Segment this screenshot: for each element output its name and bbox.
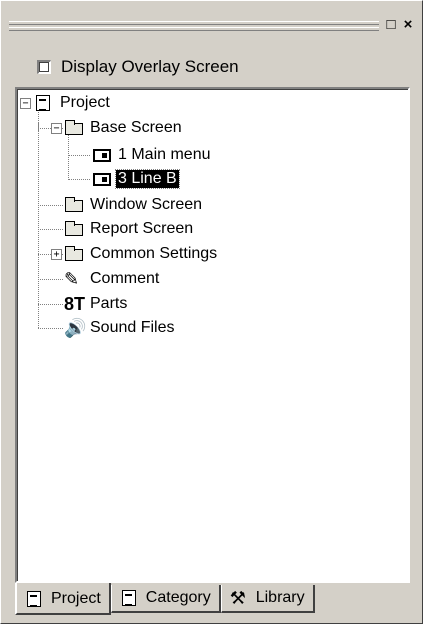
tab-label: Library	[255, 589, 305, 606]
folder-icon	[64, 196, 84, 214]
overlay-checkbox-row[interactable]: Display Overlay Screen	[37, 56, 239, 78]
tree-item-parts[interactable]: 8T Parts	[64, 293, 129, 315]
screen-icon	[92, 170, 112, 188]
tools-icon: ⚒	[229, 588, 246, 608]
tree-line	[38, 279, 63, 280]
tree-line	[38, 123, 39, 328]
panel-tabs: Project Category ⚒ Library	[15, 583, 315, 617]
pen-icon: ✎	[64, 269, 80, 289]
tree-item-base-screen[interactable]: Base Screen	[64, 117, 184, 139]
tree-item-report-screen[interactable]: Report Screen	[64, 218, 195, 240]
tree-line	[38, 229, 63, 230]
project-tree[interactable]: − Project − Base Screen 1 Main menu 3 Li…	[15, 87, 410, 583]
close-button[interactable]: ×	[400, 17, 416, 33]
tab-category[interactable]: Category	[110, 585, 221, 613]
tab-label: Project	[51, 590, 101, 607]
speaker-icon: 🔊	[64, 318, 87, 338]
restore-button[interactable]: □	[383, 17, 399, 33]
tree-item-label: 1 Main menu	[118, 146, 211, 163]
collapse-base-screen-toggle[interactable]: −	[51, 123, 62, 134]
tree-item-sound-files[interactable]: 🔊 Sound Files	[64, 317, 177, 339]
tree-line	[38, 328, 63, 329]
tree-item-main-menu[interactable]: 1 Main menu	[92, 144, 213, 166]
tree-item-label: Window Screen	[90, 196, 203, 213]
tree-item-label: Project	[60, 94, 110, 111]
tree-item-label: Base Screen	[90, 119, 182, 136]
restore-icon: □	[386, 16, 396, 33]
project-icon	[25, 590, 45, 608]
expand-common-settings-toggle[interactable]: +	[51, 249, 62, 260]
project-icon	[34, 94, 54, 112]
folder-icon	[64, 119, 84, 137]
tree-item-label: Parts	[90, 295, 128, 312]
tree-item-window-screen[interactable]: Window Screen	[64, 194, 204, 216]
tree-item-label: 3 Line B	[115, 169, 180, 189]
tree-line	[68, 179, 90, 180]
close-icon: ×	[403, 16, 413, 33]
overlay-label: Display Overlay Screen	[61, 57, 239, 76]
document-icon	[120, 589, 140, 607]
tree-item-label: Report Screen	[90, 220, 194, 237]
tab-project[interactable]: Project	[15, 583, 111, 615]
screen-icon	[92, 146, 112, 164]
project-panel: □ × Display Overlay Screen − Project − B…	[0, 0, 423, 624]
tree-item-label: Common Settings	[90, 245, 218, 262]
tree-item-line-b[interactable]: 3 Line B	[92, 168, 180, 190]
tree-item-label: Comment	[90, 270, 160, 287]
collapse-project-toggle[interactable]: −	[20, 98, 31, 109]
tab-label: Category	[145, 589, 211, 606]
folder-icon	[64, 245, 84, 263]
tree-item-project[interactable]: Project	[34, 92, 112, 114]
title-grip[interactable]	[9, 21, 379, 33]
tree-line	[68, 135, 69, 180]
tree-item-label: Sound Files	[90, 319, 175, 336]
tree-line	[38, 205, 63, 206]
overlay-checkbox[interactable]	[37, 60, 51, 74]
folder-icon	[64, 220, 84, 238]
tree-line	[38, 304, 63, 305]
tree-line	[68, 155, 90, 156]
tree-item-common-settings[interactable]: Common Settings	[64, 243, 219, 265]
tree-item-comment[interactable]: ✎ Comment	[64, 268, 161, 290]
tab-library[interactable]: ⚒ Library	[220, 585, 315, 613]
parts-icon: 8T	[64, 294, 86, 314]
